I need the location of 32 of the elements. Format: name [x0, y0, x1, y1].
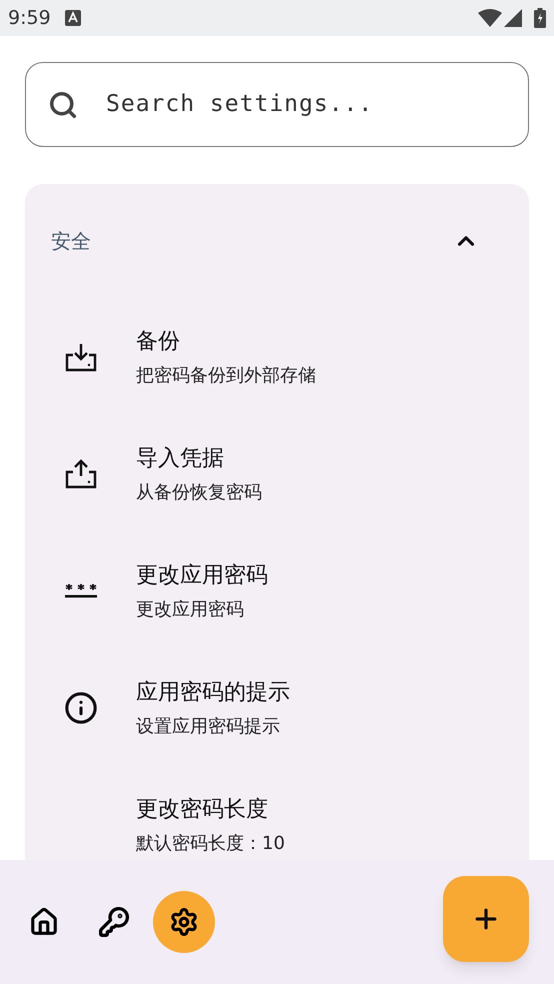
wifi-icon: [478, 9, 502, 27]
item-title: 备份: [136, 328, 181, 356]
home-icon: [29, 907, 59, 937]
item-subtitle: 默认密码长度：10: [136, 832, 285, 856]
upload-icon: [64, 458, 98, 488]
item-title: 导入凭据: [136, 444, 225, 472]
settings-icon: [169, 907, 199, 937]
settings-item[interactable]: 更改应用密码 更改应用密码: [25, 532, 529, 649]
section-header[interactable]: 安全: [25, 184, 529, 298]
settings-item[interactable]: 导入凭据 从备份恢复密码: [25, 415, 529, 532]
search-icon: [48, 90, 78, 120]
item-subtitle: 从备份恢复密码: [136, 480, 262, 504]
settings-item[interactable]: 备份 把密码备份到外部存储: [25, 298, 529, 415]
clock: 9:59: [8, 6, 51, 31]
password-icon: [64, 582, 98, 598]
download-icon: [64, 342, 98, 372]
info-icon: [64, 690, 98, 724]
signal-icon: [504, 9, 522, 27]
key-icon: [98, 906, 130, 938]
item-subtitle: 设置应用密码提示: [136, 714, 281, 738]
settings-item[interactable]: 应用密码的提示 设置应用密码提示: [25, 649, 529, 766]
search-field[interactable]: Search settings...: [106, 87, 506, 122]
section-title: 安全: [51, 228, 92, 255]
search-bar[interactable]: Search settings...: [25, 62, 529, 147]
battery-icon: [534, 8, 546, 28]
item-subtitle: 更改应用密码: [136, 598, 245, 622]
item-title: 应用密码的提示: [136, 678, 290, 706]
item-title: 更改应用密码: [136, 562, 268, 590]
settings-item[interactable]: 更改密码长度 默认密码长度：10: [25, 766, 529, 860]
item-title: 更改密码长度: [136, 796, 269, 824]
keyboard-icon: [64, 10, 81, 26]
item-subtitle: 把密码备份到外部存储: [136, 364, 316, 388]
